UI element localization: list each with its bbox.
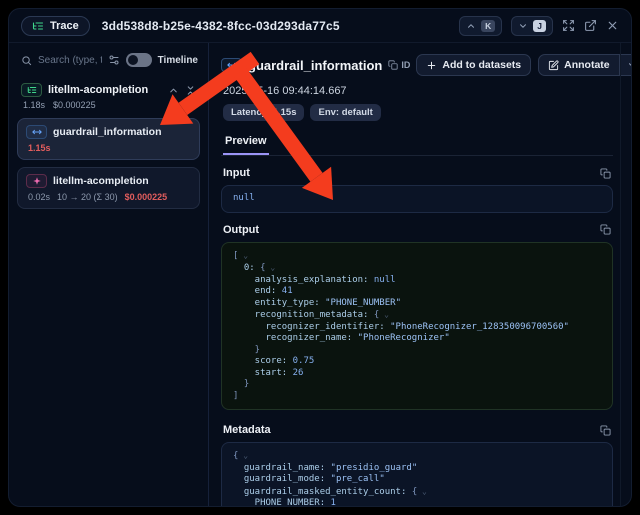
output-section-title: Output <box>223 224 600 236</box>
toggle-knob <box>128 55 138 65</box>
expand-icon <box>562 19 575 32</box>
chevrons-collapse-icon[interactable] <box>185 85 196 96</box>
chevron-down-icon <box>518 21 528 31</box>
generation-title: litellm-acompletion <box>53 175 149 187</box>
topbar: Trace 3dd538d8-b25e-4382-8fcc-03d293da77… <box>9 9 631 43</box>
timeline-label: Timeline <box>158 55 198 66</box>
tree-item-litellm-acompletion[interactable]: litellm-acompletion 0.02s 10 → 20 (Σ 30)… <box>17 167 200 209</box>
plus-icon <box>426 60 437 71</box>
add-to-datasets-button[interactable]: Add to datasets <box>416 54 531 76</box>
trace-type-label: Trace <box>50 20 79 32</box>
sparkles-icon <box>32 176 42 186</box>
move-horizontal-icon <box>227 60 237 70</box>
timeline-toggle[interactable] <box>126 53 152 67</box>
generation-cost: $0.000225 <box>125 192 168 202</box>
open-external-button[interactable] <box>584 19 597 32</box>
tree-root-meta: 1.18s $0.000225 <box>17 100 200 118</box>
span-latency: 1.15s <box>28 143 51 153</box>
env-badge: Env: default <box>310 104 380 121</box>
close-button[interactable] <box>606 19 619 32</box>
trace-tree-sidebar: Timeline litellm-acompletion 1.18s $0.00… <box>9 43 209 506</box>
list-tree-icon <box>27 85 37 95</box>
search-icon <box>21 55 32 66</box>
annotate-pencil-icon <box>548 60 559 71</box>
input-section-title: Input <box>223 167 600 179</box>
tab-bar: Preview <box>221 131 613 156</box>
copy-icon <box>600 168 611 179</box>
kbd-j: J <box>533 20 546 32</box>
next-trace-button[interactable]: J <box>511 16 553 36</box>
add-to-datasets-label: Add to datasets <box>442 59 521 71</box>
annotate-button[interactable]: Annotate <box>538 54 620 76</box>
sliders-icon[interactable] <box>108 54 120 66</box>
trace-type-badge[interactable]: Trace <box>21 16 90 36</box>
trace-detail-window: Trace 3dd538d8-b25e-4382-8fcc-03d293da77… <box>8 8 632 507</box>
copy-icon <box>388 60 398 70</box>
root-cost: $0.000225 <box>53 100 96 110</box>
span-badge <box>26 125 47 139</box>
move-horizontal-icon <box>32 127 42 137</box>
prev-trace-button[interactable]: K <box>459 16 502 36</box>
expand-button[interactable] <box>562 19 575 32</box>
metadata-json-viewer[interactable]: { ⌄ guardrail_name: "presidio_guard" gua… <box>221 442 613 507</box>
id-label: ID <box>401 60 410 70</box>
tab-preview[interactable]: Preview <box>223 132 269 155</box>
timestamp: 2025-05-16 09:44:14.667 <box>223 85 613 97</box>
kbd-k: K <box>481 20 495 32</box>
copy-output-button[interactable] <box>600 224 611 235</box>
copy-id-button[interactable]: ID <box>388 60 410 70</box>
annotate-dropdown-button[interactable] <box>620 54 632 76</box>
tree-item-guardrail-information[interactable]: guardrail_information 1.15s <box>17 118 200 160</box>
copy-input-button[interactable] <box>600 168 611 179</box>
span-title: guardrail_information <box>53 126 162 138</box>
search-input[interactable] <box>38 55 102 66</box>
root-latency: 1.18s <box>23 100 45 110</box>
latency-badge: Latency: 1.15s <box>223 104 304 121</box>
trace-badge <box>21 83 42 97</box>
observation-detail-panel: guardrail_information ID Add to datasets… <box>209 43 631 506</box>
external-link-icon <box>584 19 597 32</box>
copy-icon <box>600 224 611 235</box>
tree-root-title: litellm-acompletion <box>48 84 162 96</box>
generation-badge <box>26 174 47 188</box>
list-tree-icon <box>32 20 44 32</box>
chevron-up-icon <box>466 21 476 31</box>
copy-icon <box>600 425 611 436</box>
page-title: guardrail_information <box>248 58 382 73</box>
chevron-up-icon[interactable] <box>168 85 179 96</box>
chevron-down-icon <box>627 60 632 70</box>
metadata-section-title: Metadata <box>223 424 600 436</box>
copy-metadata-button[interactable] <box>600 425 611 436</box>
tree-root-item[interactable]: litellm-acompletion <box>17 77 200 100</box>
annotate-label: Annotate <box>564 59 610 71</box>
trace-id: 3dd538d8-b25e-4382-8fcc-03d293da77c5 <box>102 19 340 33</box>
close-icon <box>606 19 619 32</box>
generation-latency: 0.02s <box>28 192 50 202</box>
output-json-viewer[interactable]: [ ⌄ 0: { ⌄ analysis_explanation: null en… <box>221 242 613 411</box>
span-type-badge <box>221 58 242 72</box>
generation-tokens: 10 → 20 (Σ 30) <box>57 192 118 202</box>
input-json-viewer[interactable]: null <box>221 185 613 213</box>
